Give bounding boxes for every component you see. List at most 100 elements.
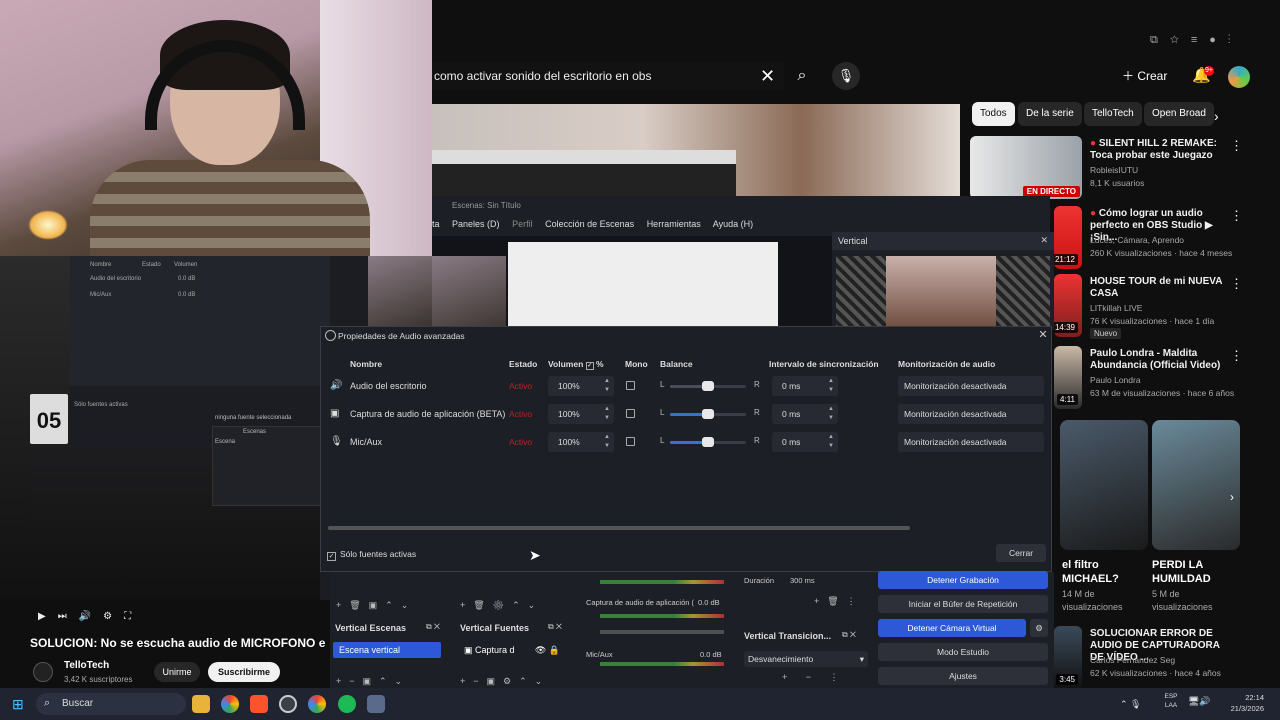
active-sources-only-toggle[interactable]: ✓ Sólo fuentes activas — [327, 548, 467, 561]
keyboard-language[interactable]: ESP LAA — [1160, 692, 1182, 710]
settings-app-icon[interactable] — [367, 695, 385, 713]
browser-toolbar-icons[interactable]: ⧉☆≡●⋮ — [1150, 34, 1270, 50]
menu-item-scene-collection[interactable]: Colección de Escenas — [545, 219, 634, 229]
monitoring-select[interactable]: Monitorización desactivada — [898, 404, 1044, 424]
settings-button[interactable]: Ajustes — [878, 667, 1048, 685]
chip-series[interactable]: De la serie — [1018, 102, 1082, 126]
taskbar-search[interactable]: Buscar — [36, 693, 186, 715]
chip-open-broad[interactable]: Open Broad — [1144, 102, 1214, 126]
voice-search-icon[interactable]: 🎙 — [832, 62, 860, 90]
mono-checkbox[interactable] — [626, 409, 635, 418]
volume-spinbox[interactable]: 100% ▲ ▼ — [548, 376, 614, 396]
spinner-arrows-icon[interactable]: ▲ ▼ — [604, 377, 610, 395]
video-title[interactable]: ● SILENT HILL 2 REMAKE: Toca probar este… — [1090, 138, 1235, 162]
close-icon[interactable]: ✕ — [1040, 235, 1048, 246]
short-title[interactable]: PERDI LA HUMILDAD — [1152, 558, 1222, 586]
video-thumbnail[interactable]: 21:12 — [1054, 206, 1082, 269]
more-options-icon[interactable]: ⋮ — [1230, 138, 1243, 154]
spinner-arrows-icon[interactable]: ▲ ▼ — [828, 377, 834, 395]
obs-icon[interactable] — [279, 695, 297, 713]
spotify-icon[interactable] — [338, 695, 356, 713]
spinner-arrows-icon[interactable]: ▲ ▼ — [828, 405, 834, 423]
video-title[interactable]: Paulo Londra - Maldita Abundancia (Offic… — [1090, 348, 1235, 372]
volume-spinbox[interactable]: 100% ▲ ▼ — [548, 432, 614, 452]
balance-slider[interactable] — [670, 381, 746, 391]
subscribe-button[interactable]: Suscribirme — [208, 662, 280, 682]
chevron-right-icon[interactable]: › — [1230, 490, 1234, 504]
monitoring-select[interactable]: Monitorización desactivada — [898, 376, 1044, 396]
search-icon[interactable]: ⌕ — [786, 62, 818, 90]
stop-recording-button[interactable]: Detener Grabación — [878, 571, 1048, 589]
close-icon[interactable]: ⧉ ✕ — [842, 630, 856, 640]
vertical-scene-item[interactable]: Escena vertical — [333, 642, 441, 658]
vertical-scene-toolbar[interactable]: +−▣⌃⌄ — [336, 676, 410, 687]
sync-offset-spinbox[interactable]: 0 ms ▲ ▼ — [772, 376, 838, 396]
vertical-sources-toolbar[interactable]: +−▣⚙⌃⌄ — [460, 676, 550, 687]
recommendation-item[interactable]: EN DIRECTO ● SILENT HILL 2 REMAKE: Toca … — [970, 136, 1270, 200]
studio-mode-button[interactable]: Modo Estudio — [878, 643, 1048, 661]
video-thumbnail[interactable]: 4:11 — [1054, 346, 1082, 409]
balance-handle[interactable] — [702, 437, 714, 447]
channel-name[interactable]: Luces, Cámara, Aprendo — [1090, 234, 1250, 246]
sources-toolbar[interactable]: +🗑⚙⌃⌄ — [460, 600, 543, 611]
vertical-transition-toolbar[interactable]: + − ⋮ — [782, 672, 847, 683]
stop-virtual-camera-button[interactable]: Detener Cámara Virtual — [878, 619, 1026, 637]
channel-name[interactable]: LITkillah LIVE — [1090, 302, 1250, 314]
balance-slider[interactable] — [670, 437, 746, 447]
avatar[interactable] — [1228, 66, 1250, 88]
video-thumbnail[interactable]: EN DIRECTO — [970, 136, 1082, 199]
checkbox-checked-icon[interactable]: ✓ — [327, 552, 336, 561]
menu-item[interactable]: ta — [432, 219, 440, 229]
chip-all[interactable]: Todos — [972, 102, 1015, 126]
balance-slider[interactable] — [670, 409, 746, 419]
balance-handle[interactable] — [702, 409, 714, 419]
chip-channel[interactable]: TelloTech — [1084, 102, 1142, 126]
channel-name[interactable]: RobleisIUTU — [1090, 164, 1250, 176]
volume-slider[interactable] — [600, 630, 724, 634]
video-thumbnail[interactable]: 14:39 — [1054, 274, 1082, 337]
windows-start-icon[interactable]: ⊞ — [12, 696, 28, 712]
monitoring-select[interactable]: Monitorización desactivada — [898, 432, 1044, 452]
chrome-icon[interactable] — [308, 695, 326, 713]
sync-offset-spinbox[interactable]: 0 ms ▲ ▼ — [772, 432, 838, 452]
visibility-lock-icons[interactable]: 👁 🔒 — [535, 642, 560, 658]
player-controls[interactable]: ▶⏭🔊⚙⛶ — [30, 608, 330, 626]
join-button[interactable]: Unirme — [154, 662, 200, 682]
menu-item-help[interactable]: Ayuda (H) — [713, 219, 753, 229]
spinner-arrows-icon[interactable]: ▲ ▼ — [604, 433, 610, 451]
menu-item-tools[interactable]: Herramientas — [647, 219, 701, 229]
duration-value[interactable]: 300 ms — [790, 576, 815, 585]
mono-checkbox[interactable] — [626, 381, 635, 390]
more-options-icon[interactable]: ⋮ — [1230, 208, 1243, 224]
volume-spinbox[interactable]: 100% ▲ ▼ — [548, 404, 614, 424]
volume-percent-checkbox[interactable]: ✓ — [585, 362, 594, 370]
network-volume-icons[interactable]: 🖥🔊 — [1188, 696, 1211, 707]
search-input[interactable]: como activar sonido del escritorio en ob… — [432, 62, 784, 90]
vertical-source-item[interactable]: ▣ Captura d 👁 🔒 — [458, 642, 566, 658]
balance-handle[interactable] — [702, 381, 714, 391]
channel-name[interactable]: Carlos Fernandez Seg — [1090, 654, 1250, 666]
close-icon[interactable]: ⧉ ✕ — [426, 622, 440, 632]
horizontal-scrollbar[interactable] — [328, 526, 910, 530]
create-button[interactable]: ＋ Crear — [1122, 64, 1180, 88]
mono-checkbox[interactable] — [626, 437, 635, 446]
clock[interactable]: 22:14 21/3/2026 — [1214, 692, 1264, 714]
scene-toolbar[interactable]: +🗑▣⌃⌄ — [336, 600, 416, 611]
video-player-area[interactable] — [432, 104, 960, 200]
close-button[interactable]: Cerrar — [996, 544, 1046, 562]
channel-name[interactable]: Paulo Londra — [1090, 374, 1250, 386]
gear-icon[interactable]: ⚙ — [1030, 619, 1048, 637]
clear-search-icon[interactable]: ✕ — [760, 66, 780, 86]
short-thumbnail[interactable] — [1060, 420, 1148, 550]
more-options-icon[interactable]: ⋮ — [1230, 276, 1243, 292]
spinner-arrows-icon[interactable]: ▲ ▼ — [604, 405, 610, 423]
video-thumbnail[interactable]: 3:45 — [1054, 626, 1082, 689]
channel-name[interactable]: TelloTech — [64, 660, 109, 671]
more-options-icon[interactable]: ⋮ — [1230, 348, 1243, 364]
transition-select[interactable]: Desvanecimiento ▾ — [744, 651, 868, 667]
menu-item-docks[interactable]: Paneles (D) — [452, 219, 500, 229]
start-replay-buffer-button[interactable]: Iniciar el Búfer de Repetición — [878, 595, 1048, 613]
close-icon[interactable]: ✕ — [1036, 328, 1050, 342]
obs-preview[interactable] — [432, 236, 832, 332]
menu-item-profile[interactable]: Perfil — [512, 219, 533, 229]
